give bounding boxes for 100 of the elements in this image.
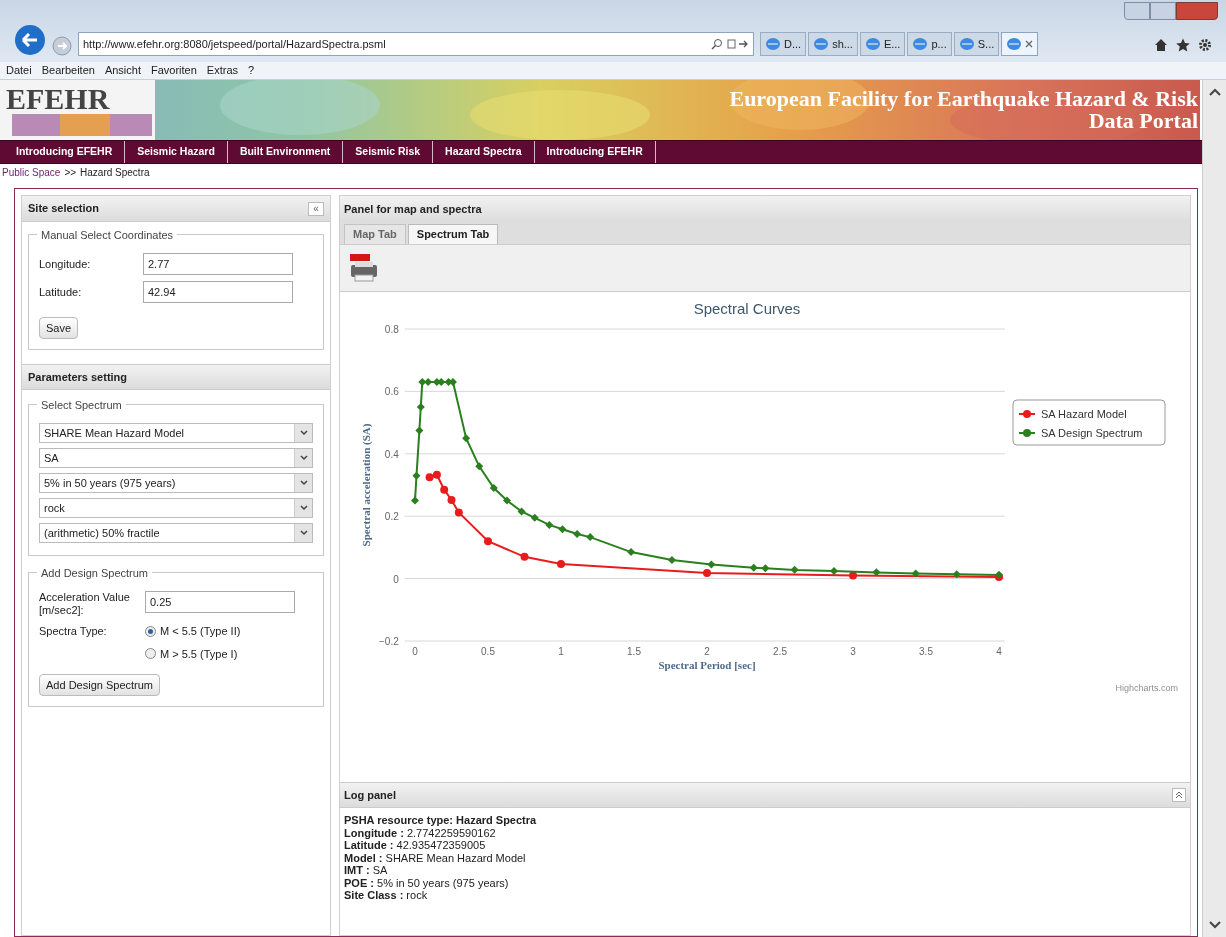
data-point xyxy=(411,496,419,505)
data-point xyxy=(447,496,456,504)
pdf-print-icon[interactable] xyxy=(348,253,378,283)
tab[interactable]: Spectrum Tab xyxy=(407,224,499,244)
data-point xyxy=(849,571,857,580)
dropdown[interactable]: (arithmetic) 50% fractile xyxy=(39,523,313,543)
dropdown[interactable]: rock xyxy=(39,498,313,518)
nav-link[interactable]: Introducing EFEHR xyxy=(534,141,656,163)
expand-icon[interactable] xyxy=(1172,788,1186,802)
axis-tick-label: 3.5 xyxy=(919,646,933,657)
axis-tick-label: 0.5 xyxy=(481,646,495,657)
axis-tick-label: 0 xyxy=(412,646,418,657)
data-point xyxy=(761,564,770,573)
axis-tick-label: 2.5 xyxy=(773,646,787,657)
browser-tab[interactable]: sh... xyxy=(808,32,858,56)
nav-link[interactable]: Seismic Hazard xyxy=(125,141,228,163)
radio-button[interactable] xyxy=(145,648,156,660)
nav-link[interactable]: Hazard Spectra xyxy=(433,141,535,163)
nav-link[interactable]: Built Environment xyxy=(227,141,344,163)
browser-tab[interactable] xyxy=(1001,32,1039,56)
search-icon[interactable] xyxy=(711,38,723,50)
back-icon[interactable] xyxy=(14,24,46,56)
data-point xyxy=(627,548,636,557)
globe-icon xyxy=(958,37,975,51)
menu-item[interactable]: ? xyxy=(248,62,255,79)
data-point xyxy=(440,485,449,494)
data-point xyxy=(707,560,716,569)
browser-tab[interactable]: E... xyxy=(859,32,906,56)
axis-tick-label: 0.8 xyxy=(384,324,399,335)
home-icon[interactable] xyxy=(1154,38,1168,52)
menu-item[interactable]: Bearbeiten xyxy=(41,62,95,79)
input-field[interactable]: 2.77 xyxy=(143,253,293,275)
legend-label[interactable]: SA Design Spectrum xyxy=(1041,427,1143,439)
data-point xyxy=(412,471,421,480)
axis-title: Spectral Period [sec] xyxy=(658,659,756,671)
dropdown[interactable]: 5% in 50 years (975 years) xyxy=(39,473,313,493)
panel-title: Panel for map and spectra xyxy=(344,201,482,217)
option-label: M < 5.5 (Type II) xyxy=(160,624,241,639)
axis-tick-label: 1.5 xyxy=(627,646,641,657)
radio-button[interactable] xyxy=(145,625,156,637)
globe-icon xyxy=(765,37,781,51)
forward-icon[interactable] xyxy=(52,36,72,56)
field-label: Acceleration Value [m/sec2]: xyxy=(39,591,131,617)
refresh-icon[interactable] xyxy=(727,38,749,50)
log-line: Site Class : rock xyxy=(344,889,429,902)
axis-tick-label: 1 xyxy=(558,646,564,657)
data-point xyxy=(573,530,582,538)
address-bar[interactable]: http://www.efehr.org:8080/jetspeed/portal/HazardSpectra.psml xyxy=(78,32,754,56)
settings-icon[interactable] xyxy=(1198,38,1212,52)
data-point xyxy=(475,462,484,471)
data-point xyxy=(558,525,567,534)
menu-item[interactable]: Datei xyxy=(6,62,32,79)
data-point xyxy=(586,533,595,542)
save-button[interactable]: Save xyxy=(39,317,79,339)
scroll-down-icon[interactable] xyxy=(1208,921,1221,929)
browser-tab[interactable]: p... xyxy=(907,32,952,56)
globe-icon xyxy=(1006,37,1023,51)
log-line: PSHA resource type: Hazard Spectra xyxy=(344,814,538,827)
data-point xyxy=(489,484,498,493)
banner-subtitle: Data Portal xyxy=(1088,110,1198,132)
legend-label[interactable]: SA Hazard Model xyxy=(1041,408,1127,420)
data-point xyxy=(952,570,961,579)
browser-tab[interactable]: S... xyxy=(953,32,1000,56)
data-point xyxy=(545,520,554,529)
url-text: http://www.efehr.org:8080/jetspeed/portal/HazardSpectra.psml xyxy=(83,36,387,52)
data-point xyxy=(437,378,446,387)
menu-item[interactable]: Favoriten xyxy=(151,62,197,79)
data-point xyxy=(749,563,758,572)
data-point xyxy=(484,537,492,546)
breadcrumb-link[interactable]: Public Space xyxy=(2,164,61,180)
axis-tick-label: 0.6 xyxy=(384,386,399,398)
log-line: Longitude : 2.7742259590162 xyxy=(344,826,497,839)
data-point xyxy=(503,496,511,505)
nav-link[interactable]: Introducing EFEHR xyxy=(4,141,126,163)
menu-item[interactable]: Ansicht xyxy=(104,62,141,79)
caret-icon xyxy=(299,430,308,436)
add-design-spectrum-button[interactable]: Add Design Spectrum xyxy=(39,674,160,696)
scrollbar[interactable] xyxy=(1202,80,1226,937)
data-point xyxy=(667,555,676,564)
banner-title: European Facility for Earthquake Hazard & Risk xyxy=(729,88,1198,110)
log-line: Model : SHARE Mean Hazard Model xyxy=(344,851,527,864)
menu-item[interactable]: Extras xyxy=(206,62,239,79)
dropdown[interactable]: SA xyxy=(39,448,313,468)
close-icon[interactable] xyxy=(1025,40,1034,48)
axis-tick-label: 0.2 xyxy=(384,511,399,523)
data-point xyxy=(432,470,441,479)
nav-link[interactable]: Seismic Risk xyxy=(343,141,434,163)
option-label: M > 5.5 (Type I) xyxy=(160,646,238,662)
browser-tab[interactable]: D... xyxy=(760,32,807,56)
data-point xyxy=(418,378,427,387)
input-field[interactable]: 0.25 xyxy=(145,591,295,613)
data-point xyxy=(424,378,433,387)
log-line: POE : 5% in 50 years (975 years) xyxy=(344,876,510,889)
input-field[interactable]: 42.94 xyxy=(143,281,293,303)
dropdown[interactable]: SHARE Mean Hazard Model xyxy=(39,423,313,443)
star-icon[interactable] xyxy=(1176,38,1190,52)
scroll-up-icon[interactable] xyxy=(1208,88,1221,96)
tab[interactable]: Map Tab xyxy=(344,224,406,244)
collapse-button[interactable]: « xyxy=(308,201,324,216)
caret-icon xyxy=(299,530,308,536)
